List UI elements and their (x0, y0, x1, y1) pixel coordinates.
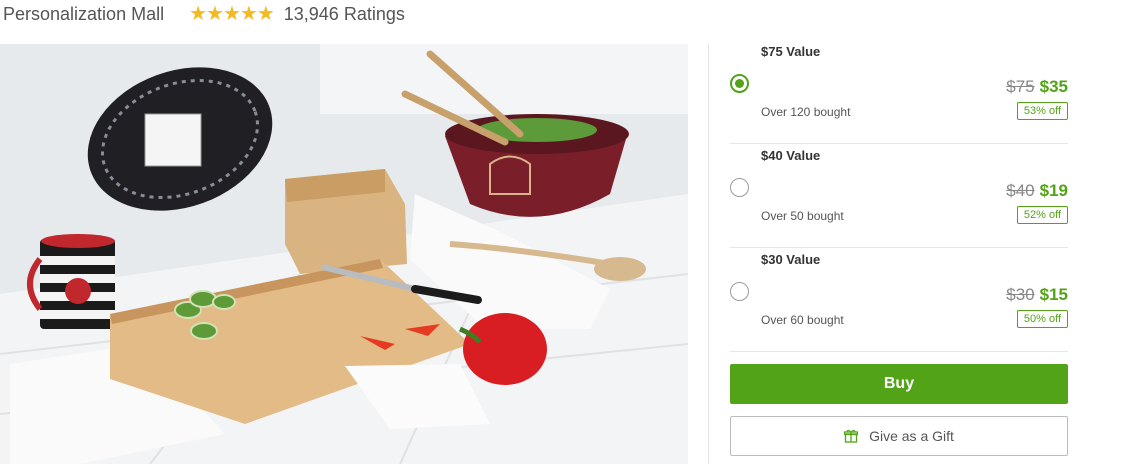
merchant-name[interactable]: Personalization Mall (3, 4, 164, 25)
buy-button[interactable]: Buy (730, 364, 1068, 404)
star-icon: ★ (222, 3, 241, 25)
star-icon: ★ (239, 3, 258, 25)
gift-icon (844, 429, 859, 443)
option-radio[interactable] (730, 282, 749, 301)
option-title: $30 Value (761, 252, 821, 267)
give-as-gift-button[interactable]: Give as a Gift (730, 416, 1068, 456)
original-price: $40 (1006, 181, 1035, 200)
option-bought-count: Over 50 bought (761, 209, 844, 223)
rating-stars: ★ ★ ★ ★ ★ (189, 3, 275, 25)
discount-badge: 50% off (1016, 310, 1068, 328)
option-prices: $75 $35 (1006, 77, 1068, 97)
gift-label: Give as a Gift (869, 428, 954, 444)
deal-option[interactable]: $30 Value Over 60 bought $30 $15 50% off (730, 248, 1068, 352)
option-prices: $30 $15 (1006, 285, 1068, 305)
product-photo-illustration (0, 44, 688, 464)
original-price: $75 (1006, 77, 1035, 96)
discount-badge: 52% off (1016, 206, 1068, 224)
product-photo[interactable] (0, 44, 688, 464)
deal-price: $15 (1039, 285, 1068, 304)
deal-header: Personalization Mall ★ ★ ★ ★ ★ 13,946 Ra… (0, 0, 405, 28)
star-icon: ★ (189, 3, 207, 25)
discount-badge: 53% off (1016, 102, 1068, 120)
ratings-count[interactable]: 13,946 Ratings (284, 4, 405, 25)
option-title: $40 Value (761, 148, 821, 163)
option-bought-count: Over 60 bought (761, 313, 844, 327)
deal-options: $75 Value Over 120 bought $75 $35 53% of… (730, 40, 1068, 352)
deal-price: $35 (1039, 77, 1068, 96)
star-icon: ★ (206, 3, 224, 25)
option-radio[interactable] (730, 178, 749, 197)
star-icon: ★ (256, 3, 275, 25)
deal-price: $19 (1039, 181, 1068, 200)
option-radio-selected[interactable] (730, 74, 749, 93)
column-divider (708, 44, 709, 464)
deal-option[interactable]: $75 Value Over 120 bought $75 $35 53% of… (730, 40, 1068, 144)
deal-option[interactable]: $40 Value Over 50 bought $40 $19 52% off (730, 144, 1068, 248)
option-prices: $40 $19 (1006, 181, 1068, 201)
original-price: $30 (1006, 285, 1035, 304)
option-bought-count: Over 120 bought (761, 105, 851, 119)
option-title: $75 Value (761, 44, 821, 59)
